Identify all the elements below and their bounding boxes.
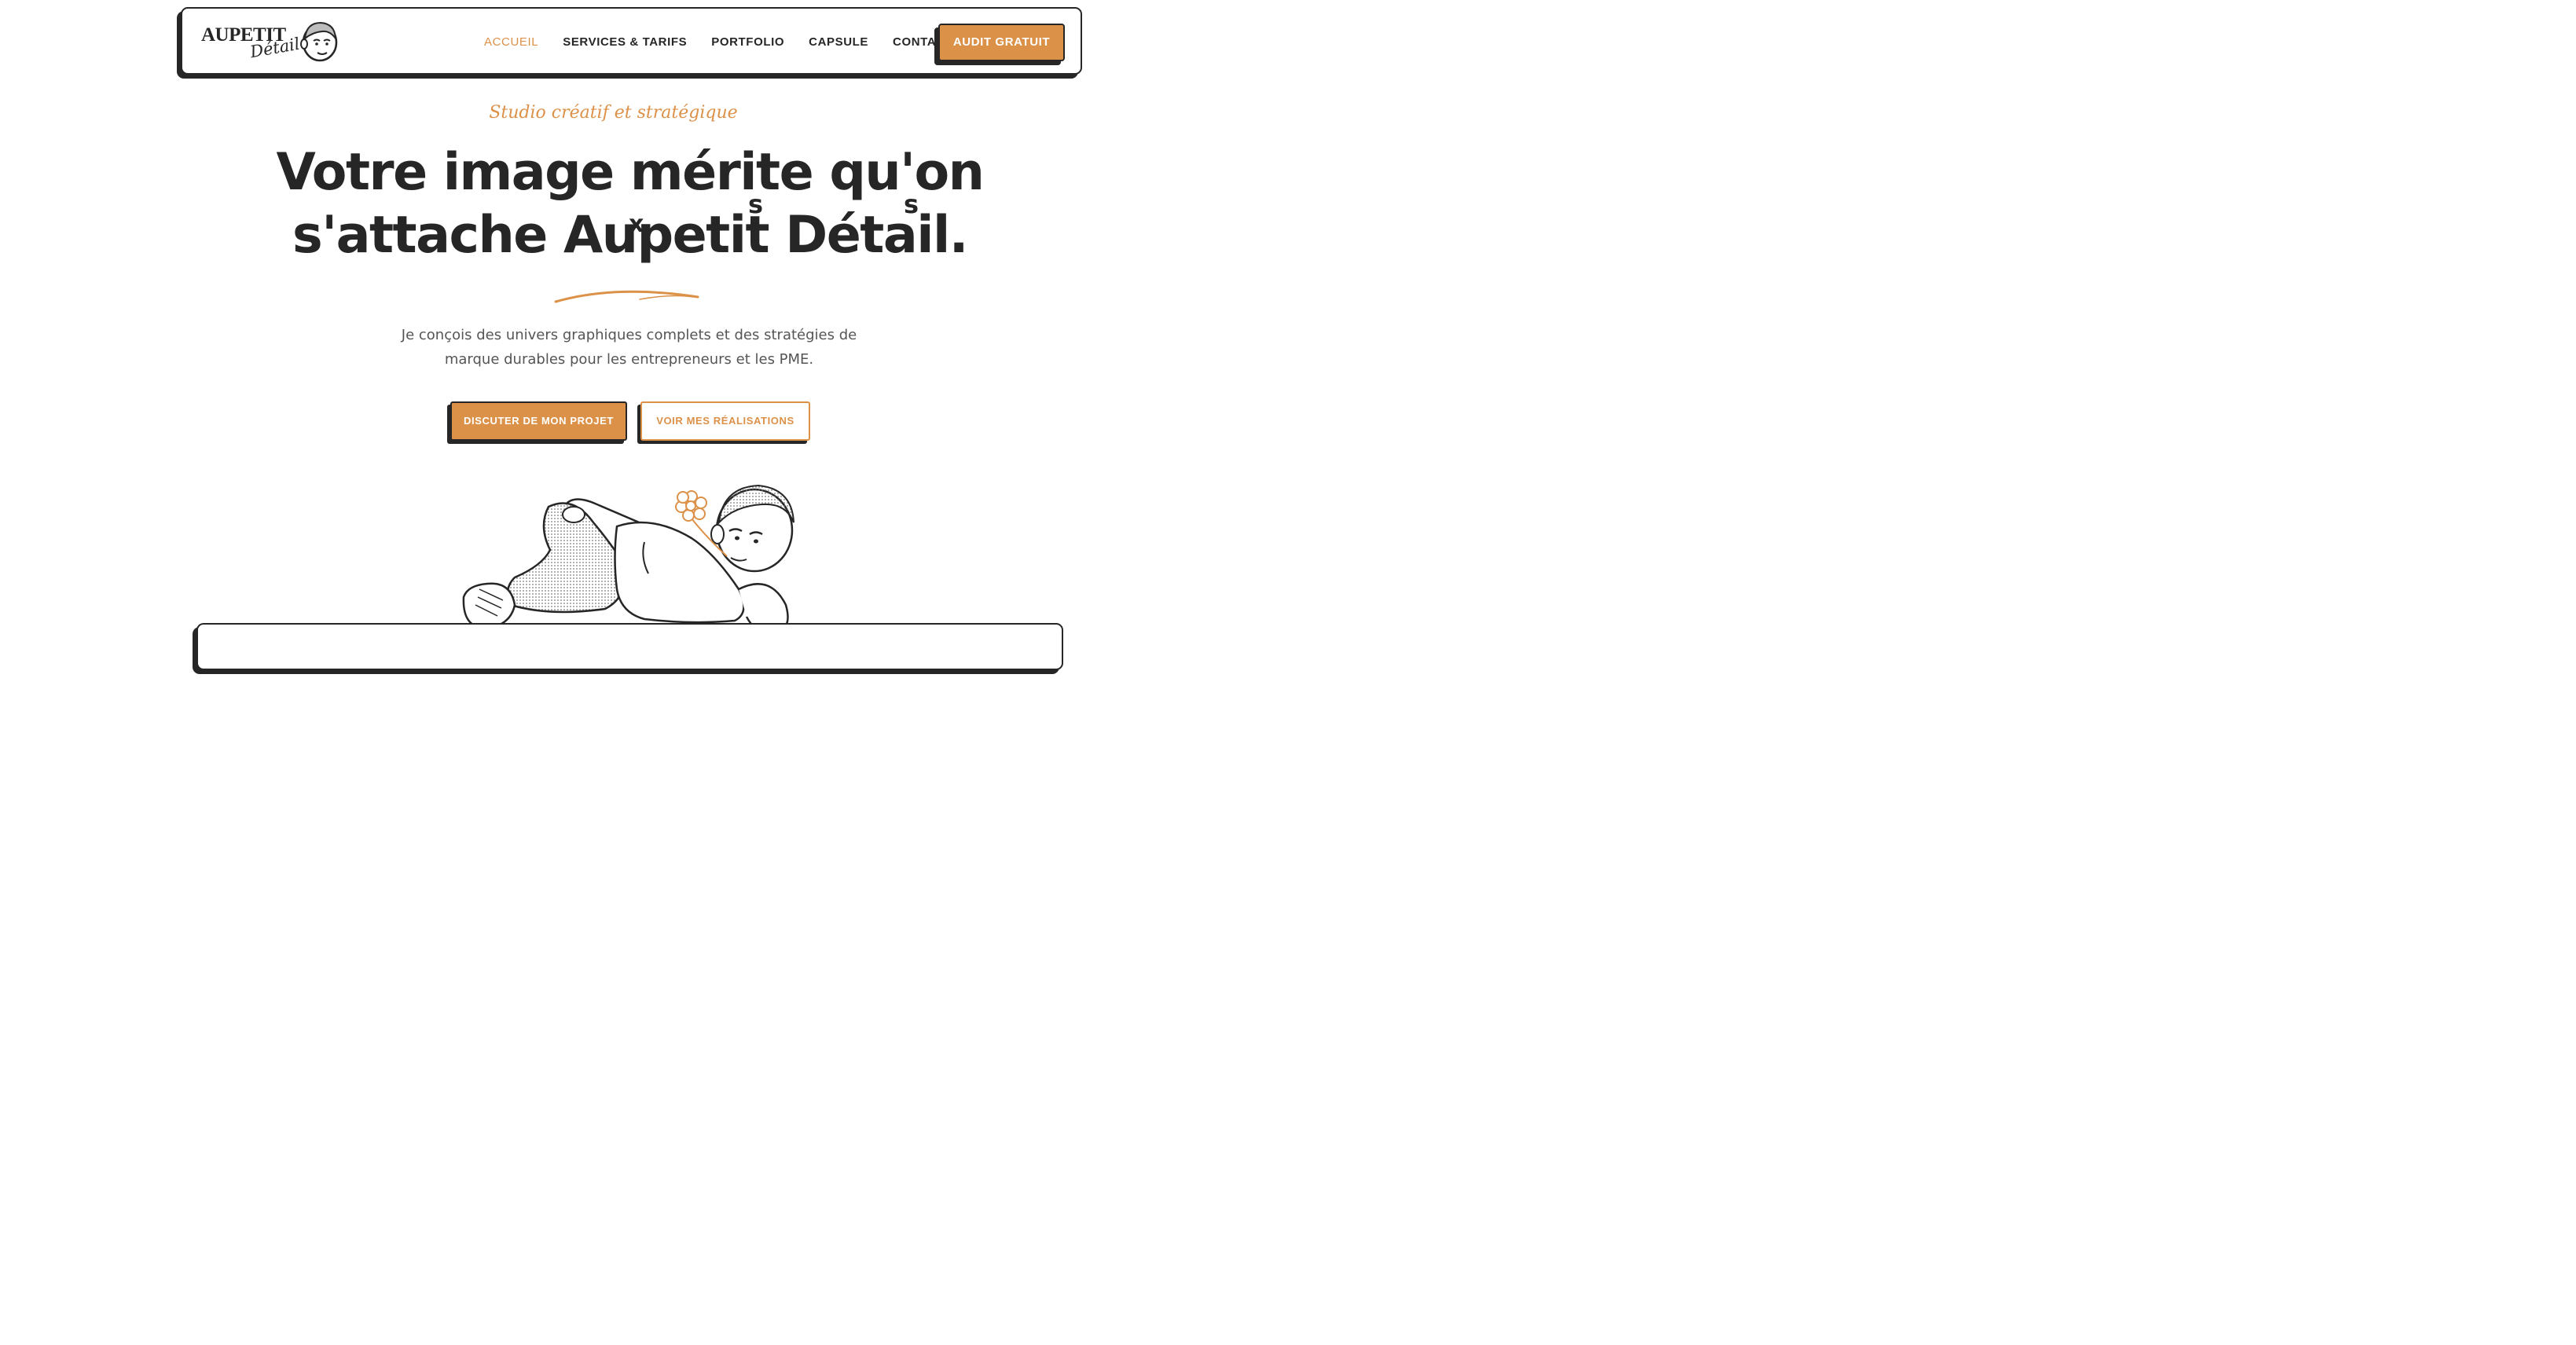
- correction-mark-s-1: s: [748, 189, 763, 219]
- nav-item-services-tarifs[interactable]: SERVICES & TARIFS: [563, 35, 687, 49]
- mascot-face-icon: [300, 21, 338, 62]
- discuter-projet-button[interactable]: DISCUTER DE MON PROJET: [450, 401, 627, 441]
- brand-logo[interactable]: AUPETIT Détail: [201, 18, 343, 67]
- voir-realisations-button[interactable]: VOIR MES RÉALISATIONS: [640, 401, 810, 441]
- headline-line-1: Votre image mérite qu'on: [276, 143, 985, 202]
- hero-headline: Votre image mérite qu'on s'attache Aupet…: [0, 141, 1260, 267]
- reclining-boy-illustration: [462, 484, 794, 635]
- brush-underline-decoration: [554, 290, 699, 303]
- main-nav: ACCUEIL SERVICES & TARIFS PORTFOLIO CAPS…: [484, 35, 977, 49]
- nav-item-portfolio[interactable]: PORTFOLIO: [711, 35, 784, 49]
- correction-mark-x: x: [629, 211, 644, 238]
- audit-gratuit-button[interactable]: AUDIT GRATUIT: [938, 24, 1065, 61]
- next-section-card: [196, 623, 1063, 670]
- hero-intro: Je conçois des univers graphiques comple…: [401, 327, 857, 368]
- correction-mark-s-2: s: [904, 189, 919, 219]
- hero-tagline: Studio créatif et stratégique: [489, 103, 738, 123]
- site-header: AUPETIT Détail ACCUEIL SERVICES & TARIFS…: [181, 7, 1082, 75]
- nav-item-capsule[interactable]: CAPSULE: [809, 35, 868, 49]
- nav-item-accueil[interactable]: ACCUEIL: [484, 35, 538, 49]
